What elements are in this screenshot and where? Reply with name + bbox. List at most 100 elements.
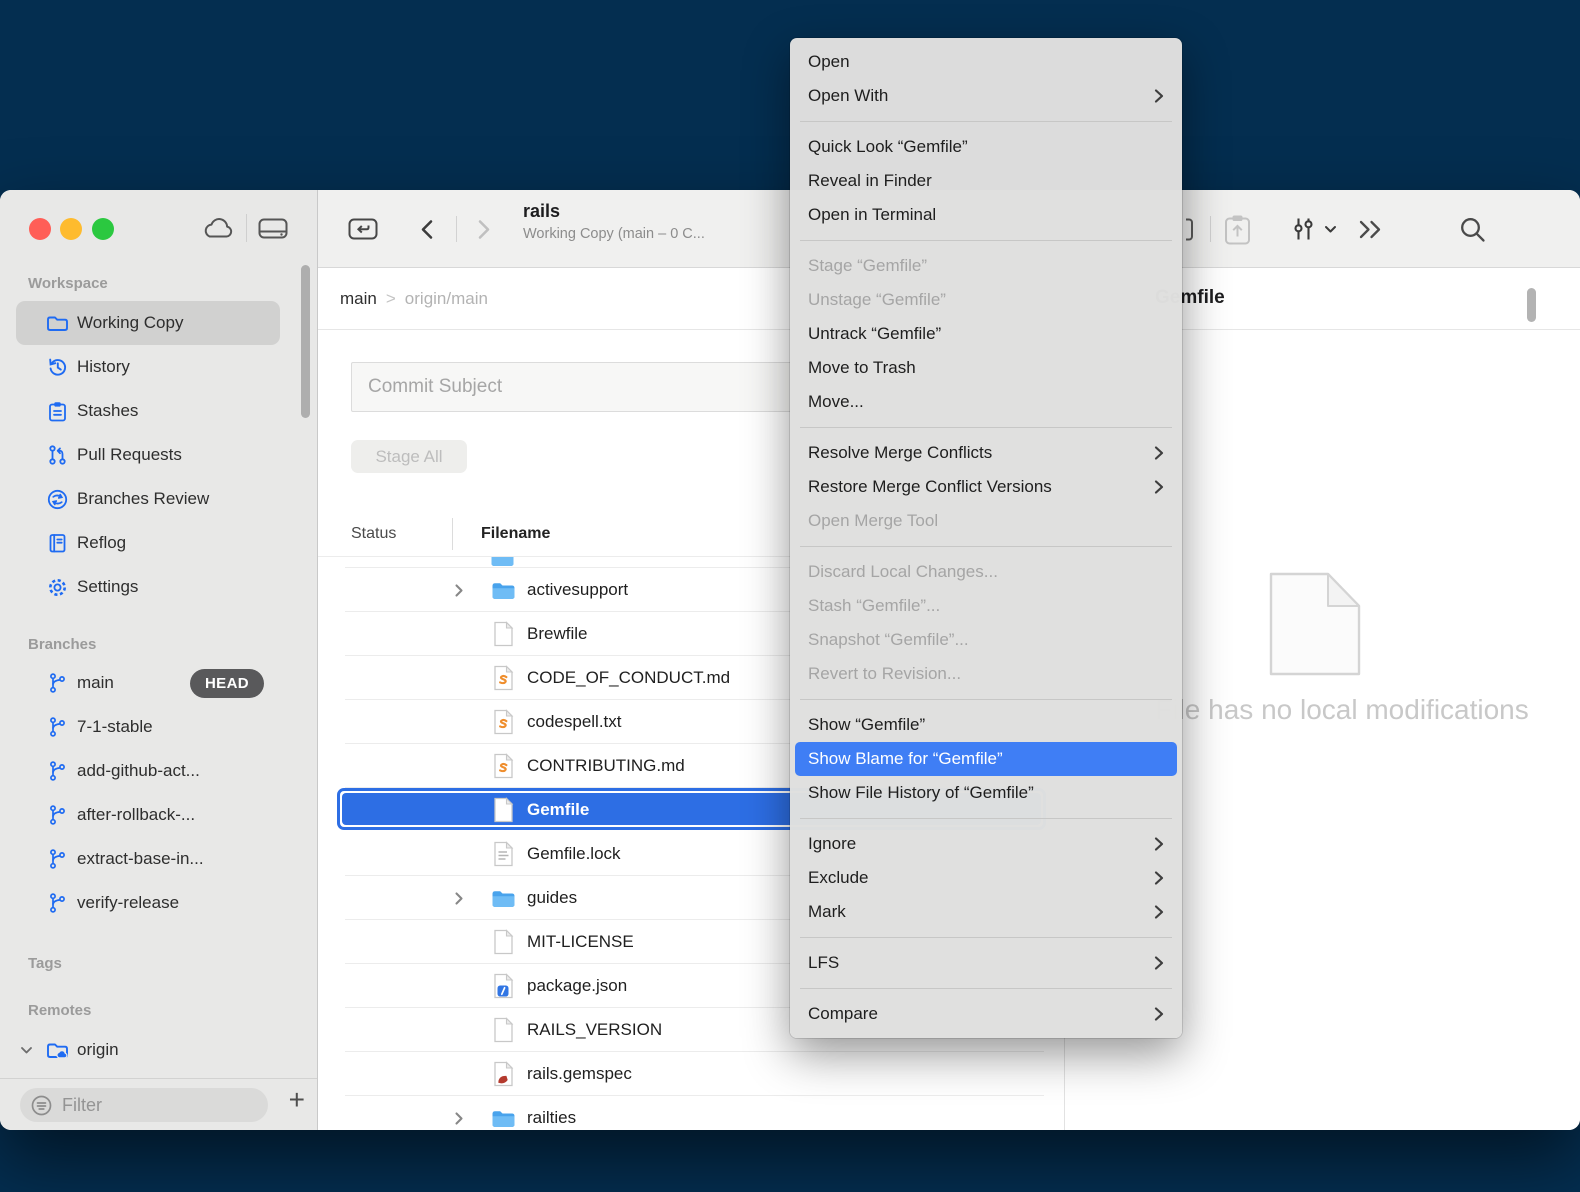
menu-item-label: Restore Merge Conflict Versions — [808, 477, 1052, 497]
zoom-button[interactable] — [92, 218, 114, 240]
checkout-icon[interactable] — [348, 217, 378, 241]
back-icon[interactable] — [419, 219, 435, 240]
menu-item-move[interactable]: Move... — [790, 385, 1182, 419]
cloud-icon[interactable] — [201, 217, 235, 239]
menu-item-open[interactable]: Open — [790, 45, 1182, 79]
menu-item-restore-merge-conflict-versions[interactable]: Restore Merge Conflict Versions — [790, 470, 1182, 504]
sidebar-item-working-copy[interactable]: Working Copy — [0, 301, 317, 345]
sidebar-item-label: add-github-act... — [77, 749, 200, 793]
menu-item-move-to-trash[interactable]: Move to Trash — [790, 351, 1182, 385]
sliders-icon[interactable] — [1290, 217, 1317, 242]
close-button[interactable] — [29, 218, 51, 240]
divider — [1210, 216, 1211, 242]
menu-item-show-gemfile[interactable]: Show “Gemfile” — [790, 708, 1182, 742]
file-icon — [490, 744, 516, 788]
stage-all-button[interactable]: Stage All — [351, 440, 467, 473]
sidebar-item-label: Working Copy — [77, 301, 183, 345]
remote-item-origin[interactable]: origin — [0, 1028, 317, 1072]
branch-item-main[interactable]: mainHEAD — [0, 661, 317, 705]
menu-item-open-in-terminal[interactable]: Open in Terminal — [790, 198, 1182, 232]
reflog-icon — [44, 521, 70, 565]
filter-input[interactable]: Filter — [20, 1088, 268, 1122]
menu-item-label: Stash “Gemfile”... — [808, 596, 940, 616]
branch-item-after-rollback[interactable]: after-rollback-... — [0, 793, 317, 837]
branch-item-verify-release[interactable]: verify-release — [0, 881, 317, 925]
search-icon[interactable] — [1459, 216, 1486, 243]
chevron-down-icon[interactable] — [20, 1028, 33, 1072]
menu-item-label: Show “Gemfile” — [808, 715, 925, 735]
menu-item-label: Ignore — [808, 834, 856, 854]
menu-separator — [800, 546, 1172, 547]
menu-item-reveal-in-finder[interactable]: Reveal in Finder — [790, 164, 1182, 198]
sidebar-item-stashes[interactable]: Stashes — [0, 389, 317, 433]
file-icon — [490, 964, 516, 1008]
sidebar-item-branches-review[interactable]: Branches Review — [0, 477, 317, 521]
menu-item-label: Revert to Revision... — [808, 664, 961, 684]
sidebar-scrollbar[interactable] — [301, 265, 310, 418]
menu-item-quick-look-gemfile[interactable]: Quick Look “Gemfile” — [790, 130, 1182, 164]
toolbar-button-fragment[interactable] — [1184, 218, 1194, 241]
menu-separator — [800, 988, 1172, 989]
menu-item-resolve-merge-conflicts[interactable]: Resolve Merge Conflicts — [790, 436, 1182, 470]
empty-state-message: File has no local modifications — [1155, 694, 1529, 726]
breadcrumb-upstream[interactable]: origin/main — [405, 289, 488, 309]
menu-item-snapshot-gemfile: Snapshot “Gemfile”... — [790, 623, 1182, 657]
menu-item-unstage-gemfile: Unstage “Gemfile” — [790, 283, 1182, 317]
remotes-section-label: Remotes — [28, 1002, 91, 1019]
menu-item-mark[interactable]: Mark — [790, 895, 1182, 929]
gear-icon — [44, 565, 70, 609]
branch-item-extract-base-in[interactable]: extract-base-in... — [0, 837, 317, 881]
menu-item-label: Resolve Merge Conflicts — [808, 443, 992, 463]
drive-icon[interactable] — [258, 216, 288, 241]
sidebar-item-reflog[interactable]: Reflog — [0, 521, 317, 565]
sidebar-item-label: Branches Review — [77, 477, 209, 521]
file-row-railties[interactable]: railties — [318, 1096, 1064, 1130]
sidebar-item-label: Settings — [77, 565, 138, 609]
menu-item-label: Open With — [808, 86, 888, 106]
more-tools-icon[interactable] — [1358, 219, 1383, 240]
detail-scrollbar[interactable] — [1527, 288, 1536, 322]
menu-item-label: Unstage “Gemfile” — [808, 290, 946, 310]
sidebar-item-label: 7-1-stable — [77, 705, 153, 749]
menu-item-untrack-gemfile[interactable]: Untrack “Gemfile” — [790, 317, 1182, 351]
menu-item-open-with[interactable]: Open With — [790, 79, 1182, 113]
menu-item-show-blame-for-gemfile[interactable]: Show Blame for “Gemfile” — [795, 742, 1177, 776]
sidebar-item-label: History — [77, 345, 130, 389]
column-header-status[interactable]: Status — [351, 512, 396, 556]
branch-item-add-github-act[interactable]: add-github-act... — [0, 749, 317, 793]
disclosure-chevron-icon[interactable] — [454, 1096, 464, 1130]
menu-item-ignore[interactable]: Ignore — [790, 827, 1182, 861]
breadcrumb-current-branch[interactable]: main — [340, 289, 377, 309]
file-name: CONTRIBUTING.md — [527, 744, 685, 788]
chevron-down-icon[interactable] — [1324, 225, 1337, 234]
menu-item-label: Untrack “Gemfile” — [808, 324, 941, 344]
menu-item-label: Stage “Gemfile” — [808, 256, 927, 276]
document-icon — [1269, 572, 1361, 681]
disclosure-chevron-icon[interactable] — [454, 876, 464, 920]
column-divider[interactable] — [452, 518, 453, 550]
sidebar-item-pull-requests[interactable]: Pull Requests — [0, 433, 317, 477]
branch-icon — [44, 793, 70, 837]
sidebar-item-history[interactable]: History — [0, 345, 317, 389]
submenu-chevron-icon — [1154, 479, 1164, 495]
branch-item-7-1-stable[interactable]: 7-1-stable — [0, 705, 317, 749]
add-repo-button[interactable]: + — [289, 1084, 305, 1116]
submenu-chevron-icon — [1154, 1006, 1164, 1022]
workspace-section-label: Workspace — [28, 275, 108, 292]
sidebar-item-settings[interactable]: Settings — [0, 565, 317, 609]
repo-title: rails — [523, 201, 705, 222]
menu-item-label: Exclude — [808, 868, 868, 888]
forward-icon — [476, 219, 492, 240]
menu-item-lfs[interactable]: LFS — [790, 946, 1182, 980]
menu-item-exclude[interactable]: Exclude — [790, 861, 1182, 895]
tags-section-label: Tags — [28, 955, 62, 972]
sidebar: Workspace Working CopyHistoryStashesPull… — [0, 190, 318, 1130]
menu-item-compare[interactable]: Compare — [790, 997, 1182, 1031]
minimize-button[interactable] — [60, 218, 82, 240]
file-name: RAILS_VERSION — [527, 1008, 662, 1052]
clipboard-up-icon[interactable] — [1224, 214, 1251, 245]
disclosure-chevron-icon[interactable] — [454, 568, 464, 612]
file-row-rails-gemspec[interactable]: rails.gemspec — [318, 1052, 1064, 1096]
menu-item-show-file-history-of-gemfile[interactable]: Show File History of “Gemfile” — [790, 776, 1182, 810]
column-header-filename[interactable]: Filename — [481, 512, 550, 556]
